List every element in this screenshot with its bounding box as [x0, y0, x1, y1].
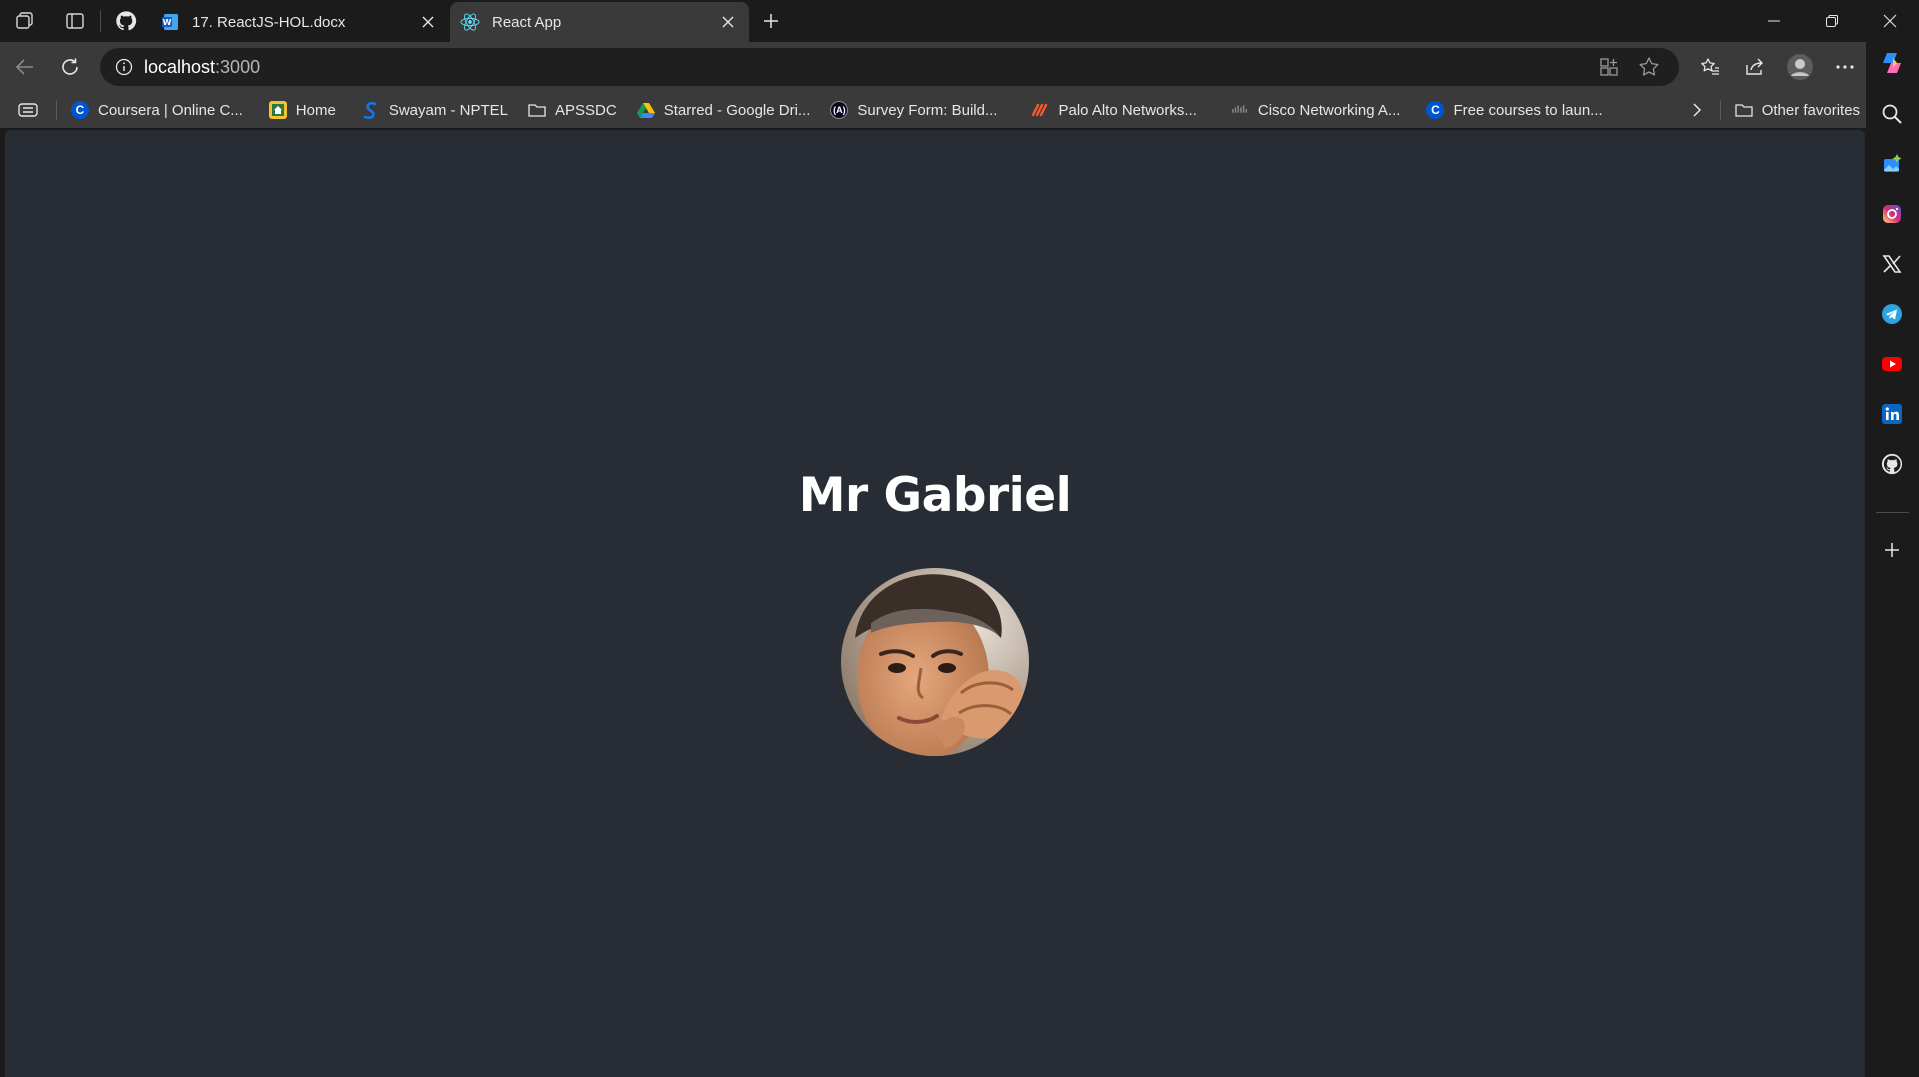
favorite-cisco[interactable]: Cisco Networking A...	[1223, 95, 1409, 125]
favorite-label: Starred - Google Dri...	[663, 101, 811, 119]
swayam-icon	[362, 101, 380, 119]
workspaces-icon[interactable]	[0, 0, 50, 42]
favorite-survey-form[interactable]: (A) Survey Form: Build...	[822, 95, 1005, 125]
favorite-google-drive[interactable]: Starred - Google Dri...	[629, 95, 819, 125]
favorite-palo-alto[interactable]: Palo Alto Networks...	[1023, 95, 1204, 125]
navigation-toolbar: localhost:3000	[0, 42, 1919, 92]
freecodecamp-icon: (A)	[830, 101, 849, 119]
favbar-divider	[56, 100, 57, 120]
add-icon[interactable]	[1875, 533, 1909, 567]
url-port: :3000	[215, 56, 261, 77]
favorite-label: Home	[295, 101, 336, 119]
youtube-icon[interactable]	[1875, 347, 1909, 381]
folder-icon	[528, 101, 546, 119]
word-icon: W	[160, 12, 180, 32]
search-icon[interactable]	[1875, 97, 1909, 131]
tab-title: React App	[492, 13, 562, 31]
tab-react-app[interactable]: React App	[450, 2, 749, 42]
x-icon[interactable]	[1875, 247, 1909, 281]
react-icon	[460, 12, 480, 32]
other-favorites-label: Other favorites	[1761, 101, 1861, 119]
favorite-label: Free courses to laun...	[1453, 101, 1603, 119]
profile-avatar-icon[interactable]	[1783, 51, 1817, 83]
favorite-apssdc-folder[interactable]: APSSDC	[520, 95, 625, 125]
window-controls	[1745, 0, 1919, 42]
other-favorites-folder[interactable]: Other favorites	[1727, 95, 1868, 125]
minimize-icon[interactable]	[1745, 0, 1803, 42]
app-available-icon[interactable]	[1589, 57, 1629, 77]
profile-photo	[841, 567, 1029, 756]
more-options-icon[interactable]	[1828, 51, 1862, 83]
url-text[interactable]: localhost:3000	[144, 57, 260, 78]
github-icon[interactable]	[1875, 447, 1909, 481]
favorite-swayam[interactable]: Swayam - NPTEL	[354, 95, 516, 125]
favorite-label: Survey Form: Build...	[857, 101, 998, 119]
refresh-icon[interactable]	[53, 51, 87, 83]
url-host: localhost	[144, 56, 216, 77]
more-favorites-chevron-icon[interactable]	[1684, 95, 1710, 125]
favorite-free-courses[interactable]: C Free courses to laun...	[1418, 95, 1610, 125]
favorite-label: Coursera | Online C...	[98, 101, 243, 119]
restore-icon[interactable]	[1803, 0, 1861, 42]
favorite-label: Palo Alto Networks...	[1058, 101, 1197, 119]
close-window-icon[interactable]	[1861, 0, 1919, 42]
home-icon	[268, 101, 287, 119]
back-arrow-icon[interactable]	[8, 51, 42, 83]
favorites-bar: C Coursera | Online C... Home Swayam - N…	[0, 92, 1919, 128]
google-drive-icon	[636, 101, 655, 119]
sidebar-divider	[1876, 512, 1909, 513]
vertical-tabs-icon[interactable]	[50, 0, 100, 42]
telegram-icon[interactable]	[1875, 297, 1909, 331]
collections-icon[interactable]	[0, 95, 50, 125]
svg-text:W: W	[163, 18, 172, 27]
coursera-icon: C	[1426, 101, 1445, 119]
tab-word-document[interactable]: W 17. ReactJS-HOL.docx	[150, 2, 449, 42]
tab-title: 17. ReactJS-HOL.docx	[192, 13, 346, 31]
palo-alto-icon	[1031, 101, 1049, 119]
linkedin-icon[interactable]	[1875, 397, 1909, 431]
page-viewport: Mr Gabriel	[5, 130, 1865, 1077]
folder-icon	[1735, 101, 1753, 119]
copilot-icon[interactable]	[1875, 46, 1909, 80]
coursera-icon: C	[71, 101, 89, 119]
favorite-label: Cisco Networking A...	[1257, 101, 1401, 119]
favorite-home[interactable]: Home	[261, 95, 344, 125]
favorite-star-icon[interactable]	[1629, 56, 1669, 78]
address-bar[interactable]: localhost:3000	[100, 48, 1679, 86]
page-heading: Mr Gabriel	[798, 467, 1072, 523]
favorite-coursera[interactable]: C Coursera | Online C...	[63, 95, 251, 125]
site-info-icon[interactable]	[104, 58, 144, 76]
cisco-icon	[1231, 101, 1249, 119]
copilot-image-icon[interactable]	[1875, 147, 1909, 181]
favorite-label: Swayam - NPTEL	[388, 101, 509, 119]
close-tab-icon[interactable]	[717, 11, 739, 33]
close-tab-icon[interactable]	[417, 11, 439, 33]
tab-strip: W 17. ReactJS-HOL.docx React App	[0, 0, 1919, 42]
favorites-list-icon[interactable]	[1693, 51, 1727, 83]
favorite-label: APSSDC	[555, 101, 617, 119]
edge-sidebar	[1866, 42, 1919, 1077]
favbar-divider	[1719, 100, 1721, 120]
github-tab-icon[interactable]	[101, 0, 151, 42]
share-icon[interactable]	[1738, 51, 1772, 83]
instagram-icon[interactable]	[1875, 197, 1909, 231]
new-tab-icon[interactable]	[756, 8, 786, 34]
